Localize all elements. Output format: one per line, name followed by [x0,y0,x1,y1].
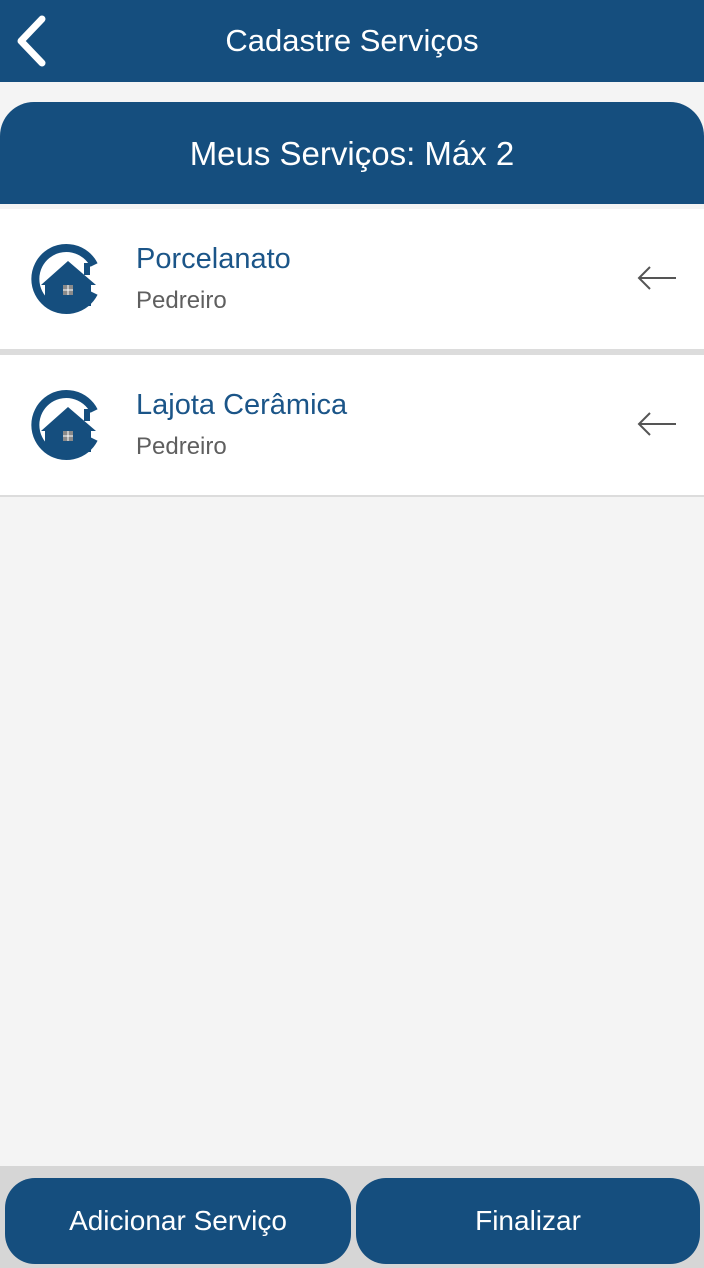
service-item[interactable]: Lajota Cerâmica Pedreiro [0,355,704,497]
top-navigation-bar: Cadastre Serviços [0,0,704,82]
finish-button[interactable]: Finalizar [356,1178,700,1264]
page-title: Cadastre Serviços [225,23,479,58]
service-category: Pedreiro [136,287,227,314]
arrow-left-icon[interactable] [636,409,678,439]
section-header: Meus Serviços: Máx 2 [0,102,704,204]
house-logo-icon [31,244,98,314]
house-logo-icon [31,390,98,460]
services-list: Porcelanato Pedreiro Lajota Cerâmica Ped… [0,209,704,503]
service-item[interactable]: Porcelanato Pedreiro [0,209,704,355]
service-title: Porcelanato [136,243,291,275]
service-category: Pedreiro [136,433,227,460]
add-service-button[interactable]: Adicionar Serviço [5,1178,351,1264]
arrow-left-icon[interactable] [636,263,678,293]
service-title: Lajota Cerâmica [136,389,348,421]
